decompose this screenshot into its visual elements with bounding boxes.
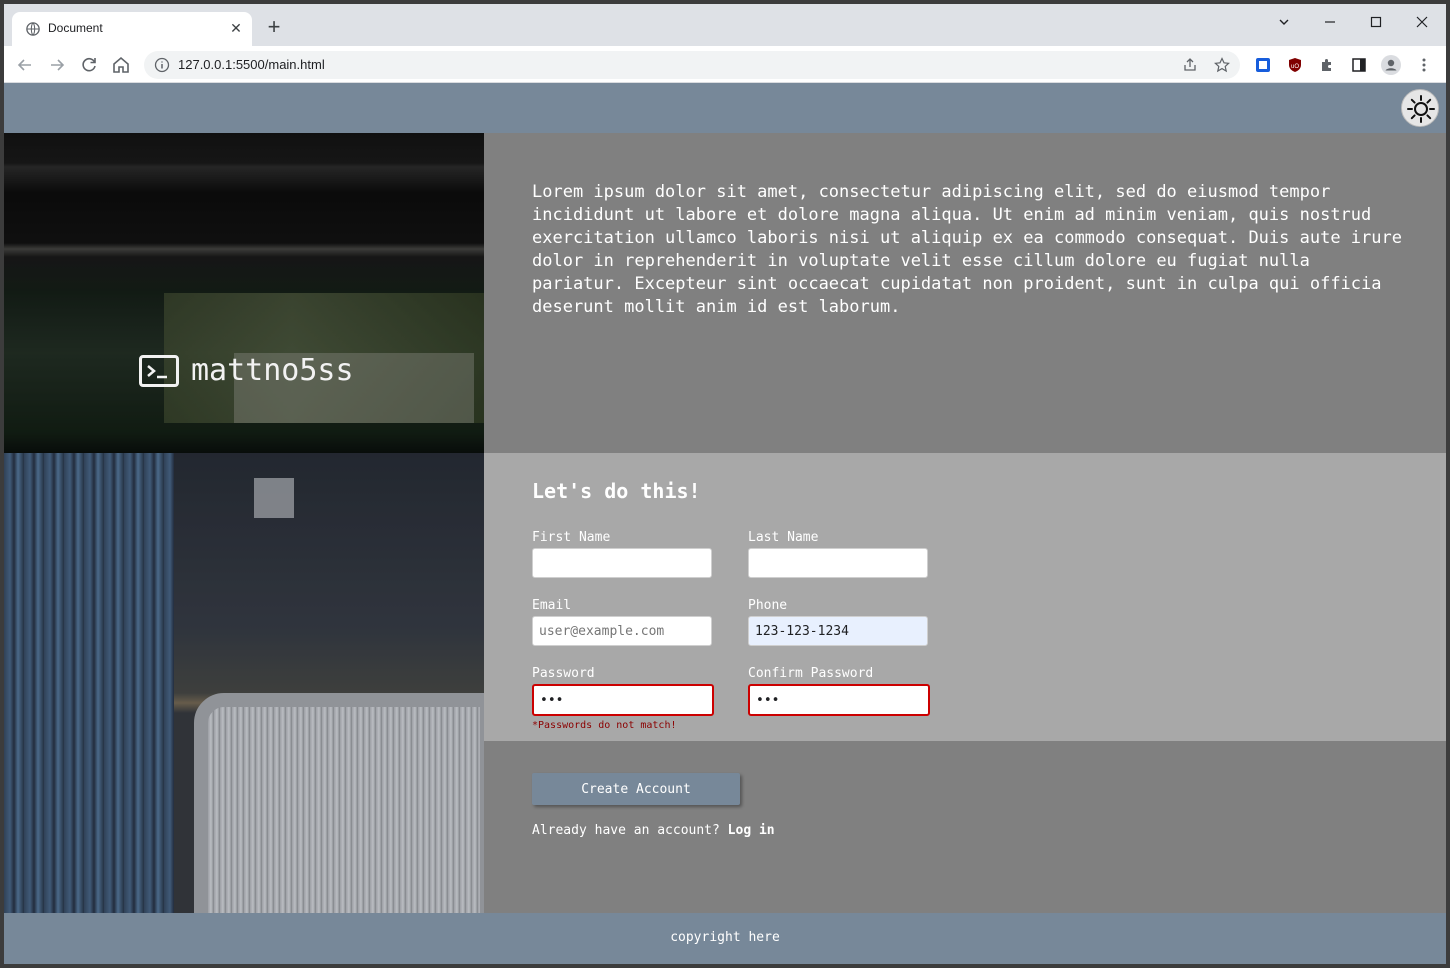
window-close-icon[interactable]: [1402, 10, 1442, 36]
browser-tab[interactable]: Document ✕: [12, 12, 252, 46]
tab-search-icon[interactable]: [1264, 10, 1304, 36]
login-link[interactable]: Log in: [728, 823, 775, 838]
first-name-input[interactable]: [532, 548, 712, 578]
extension-bitwarden-icon[interactable]: [1255, 57, 1271, 73]
tab-title: Document: [48, 21, 103, 35]
minimize-icon[interactable]: [1310, 10, 1350, 36]
address-bar[interactable]: 127.0.0.1:5500/main.html: [144, 51, 1240, 79]
site-footer: copyright here: [4, 913, 1446, 964]
form-title: Let's do this!: [532, 479, 701, 503]
password-field-group: Password: [532, 666, 714, 716]
brand-logo: mattno5ss: [139, 353, 354, 388]
new-tab-button[interactable]: +: [262, 16, 286, 40]
intro-text: Lorem ipsum dolor sit amet, consectetur …: [532, 182, 1402, 317]
password-input[interactable]: [532, 684, 714, 716]
confirm-password-label: Confirm Password: [748, 666, 874, 681]
extensions-puzzle-icon[interactable]: [1319, 57, 1335, 73]
home-icon[interactable]: [110, 54, 132, 76]
login-prompt-text: Already have an account?: [532, 823, 720, 838]
page-viewport: mattno5ss Lorem ipsum dolor sit amet, co…: [4, 83, 1446, 964]
first-name-label: First Name: [532, 530, 611, 545]
last-name-input[interactable]: [748, 548, 928, 578]
footer-text: copyright here: [670, 930, 780, 945]
confirm-password-input[interactable]: [748, 684, 930, 716]
side-panel-icon[interactable]: [1351, 57, 1367, 73]
forward-icon[interactable]: [46, 54, 68, 76]
signup-form: Let's do this! First Name Last Name Emai…: [484, 453, 1446, 741]
phone-input[interactable]: [748, 616, 928, 646]
confirm-password-field-group: Confirm Password: [748, 666, 930, 716]
reload-icon[interactable]: [78, 54, 100, 76]
tab-strip: Document ✕ +: [4, 4, 1446, 46]
first-name-field-group: First Name: [532, 530, 712, 578]
email-field-group: Email: [532, 598, 712, 646]
menu-kebab-icon[interactable]: [1416, 57, 1432, 73]
site-info-icon[interactable]: [154, 57, 170, 73]
tab-close-icon[interactable]: ✕: [228, 20, 244, 36]
last-name-label: Last Name: [748, 530, 819, 545]
login-prompt: Already have an account? Log in: [532, 823, 775, 838]
url-text[interactable]: 127.0.0.1:5500/main.html: [178, 57, 325, 72]
terminal-icon: [139, 354, 179, 387]
site-header: [4, 83, 1446, 133]
globe-icon: [26, 22, 40, 36]
sun-icon: [1407, 95, 1435, 123]
bookmark-star-icon[interactable]: [1214, 57, 1230, 73]
maximize-icon[interactable]: [1356, 10, 1396, 36]
email-input[interactable]: [532, 616, 712, 646]
password-error-message: *Passwords do not match!: [532, 720, 677, 731]
theme-toggle-button[interactable]: [1401, 89, 1439, 127]
brand-name: mattno5ss: [191, 353, 354, 388]
extension-ublock-icon[interactable]: uO: [1287, 57, 1303, 73]
intro-section: Lorem ipsum dolor sit amet, consectetur …: [484, 133, 1446, 453]
phone-label: Phone: [748, 598, 788, 613]
back-icon[interactable]: [14, 54, 36, 76]
form-actions: Create Account Already have an account? …: [484, 741, 1446, 913]
password-label: Password: [532, 666, 595, 681]
email-label: Email: [532, 598, 572, 613]
phone-field-group: Phone: [748, 598, 928, 646]
create-account-button[interactable]: Create Account: [532, 773, 740, 805]
svg-text:uO: uO: [1291, 64, 1299, 70]
profile-avatar-icon[interactable]: [1381, 55, 1401, 75]
last-name-field-group: Last Name: [748, 530, 928, 578]
share-icon[interactable]: [1182, 57, 1198, 73]
browser-toolbar: 127.0.0.1:5500/main.html uO: [4, 46, 1446, 83]
browser-window: Document ✕ + 127.0.0.1:5500/main.html uO…: [4, 4, 1446, 964]
hero-image: mattno5ss: [4, 133, 484, 913]
